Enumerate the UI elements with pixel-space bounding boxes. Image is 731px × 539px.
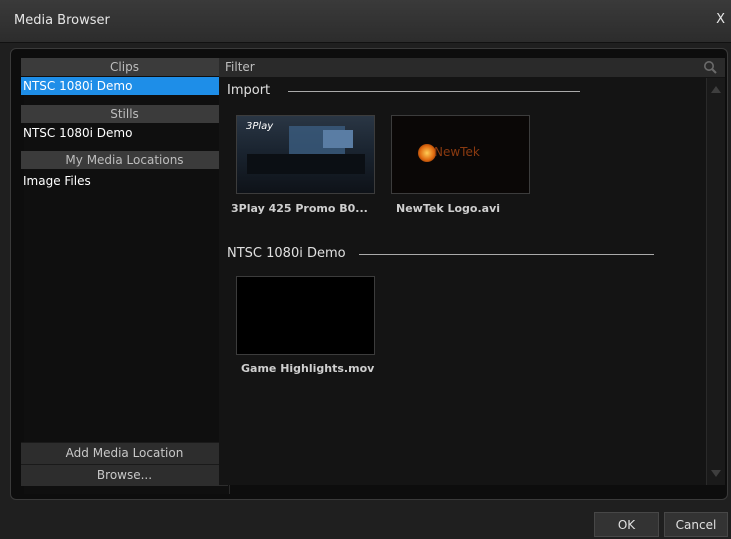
search-icon[interactable] xyxy=(703,60,717,74)
section-title-import: Import xyxy=(227,83,271,98)
ok-button[interactable]: OK xyxy=(594,512,659,537)
clips-header: Clips xyxy=(21,58,228,76)
media-locations-header: My Media Locations xyxy=(21,151,228,169)
section-divider xyxy=(288,91,580,92)
scroll-down-icon[interactable] xyxy=(711,470,721,477)
add-media-location-button[interactable]: Add Media Location xyxy=(21,442,228,464)
filter-bar[interactable]: Filter xyxy=(219,58,725,77)
close-button[interactable]: X xyxy=(716,12,725,27)
thumbnail-newtek-logo[interactable]: NewTek xyxy=(391,115,530,194)
browse-button[interactable]: Browse... xyxy=(21,464,228,486)
thumb-newtek-text: NewTek xyxy=(434,145,480,159)
clip-caption-3play: 3Play 425 Promo B0... xyxy=(231,202,368,215)
clip-caption-newtek: NewTek Logo.avi xyxy=(396,202,501,215)
thumbnail-game-highlights[interactable] xyxy=(236,276,375,355)
sidebar-item-clips-ntsc[interactable]: NTSC 1080i Demo xyxy=(21,77,228,95)
media-panel: Filter Import 3Play 3Play 425 Promo B0..… xyxy=(219,58,725,485)
clip-caption-game-highlights: Game Highlights.mov xyxy=(241,362,375,375)
window-title: Media Browser xyxy=(14,13,110,28)
sidebar-item-image-files[interactable]: Image Files xyxy=(21,172,228,190)
thumb-3play-text: 3Play xyxy=(246,121,274,132)
cancel-button[interactable]: Cancel xyxy=(664,512,728,537)
scroll-up-icon[interactable] xyxy=(711,86,721,93)
thumbnail-3play-promo[interactable]: 3Play xyxy=(236,115,375,194)
sidebar-item-stills-ntsc[interactable]: NTSC 1080i Demo xyxy=(21,124,228,142)
section-divider xyxy=(359,254,654,255)
stills-header: Stills xyxy=(21,105,228,123)
title-bar: Media Browser X xyxy=(0,0,731,43)
section-title-ntsc: NTSC 1080i Demo xyxy=(227,246,346,261)
scrollbar[interactable] xyxy=(706,78,725,485)
filter-input[interactable]: Filter xyxy=(225,60,255,74)
dialog-footer: OK Cancel xyxy=(0,504,731,539)
